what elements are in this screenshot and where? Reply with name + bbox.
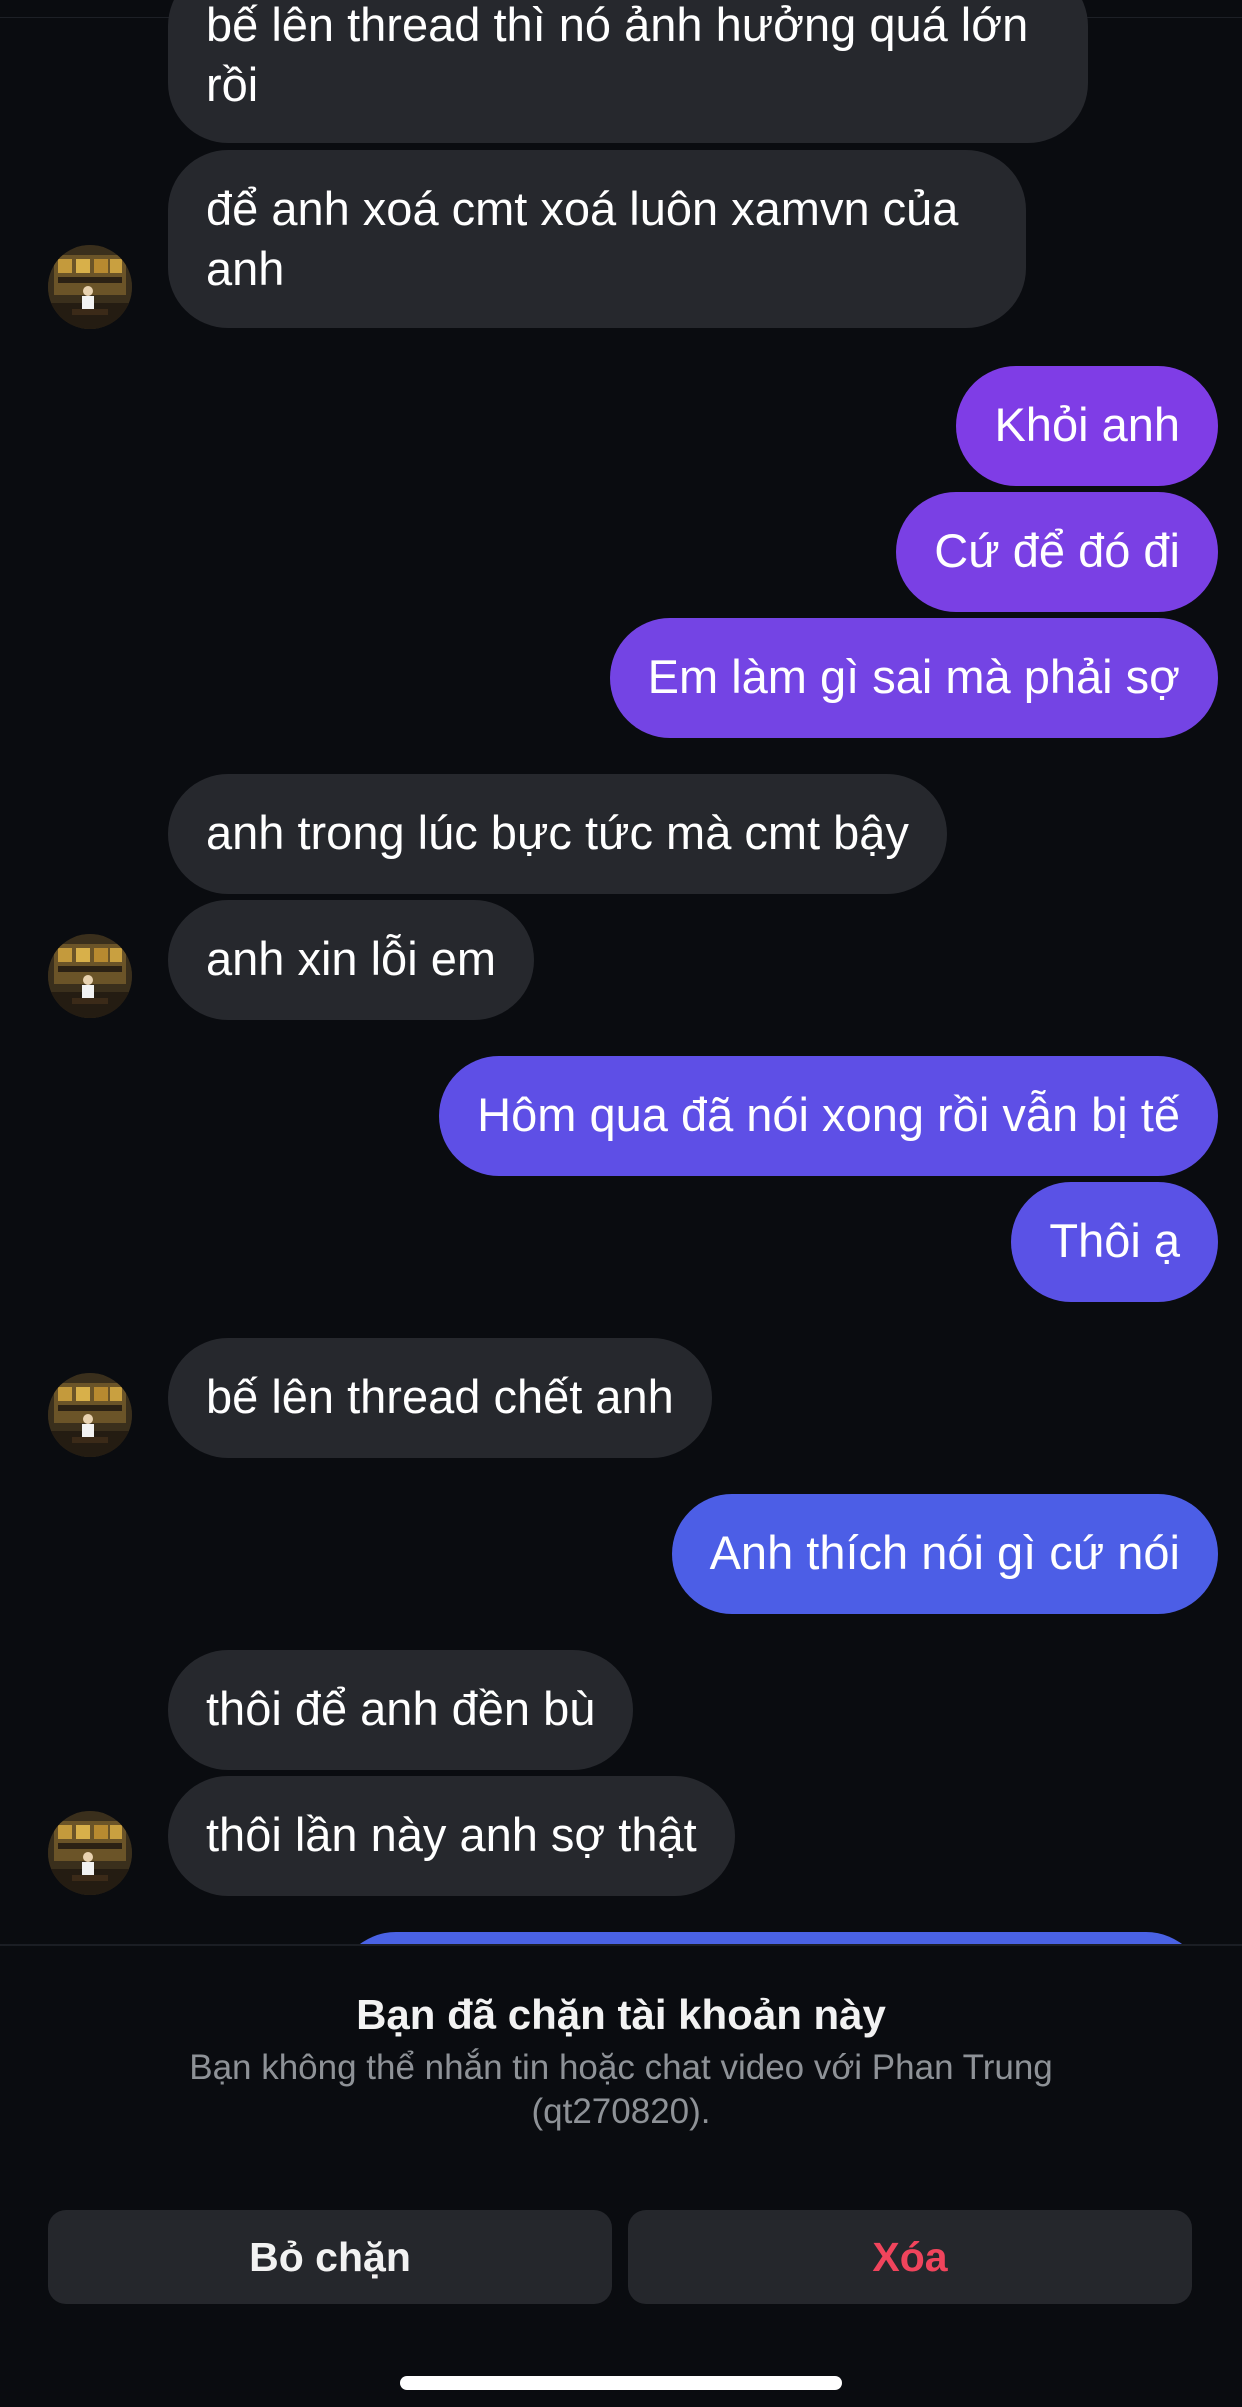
- avatar-photo-icon: [48, 934, 132, 1018]
- avatar-photo-icon: [48, 1373, 132, 1457]
- incoming-message[interactable]: anh trong lúc bực tức mà cmt bậy: [168, 774, 947, 894]
- outgoing-message[interactable]: Khỏi anh: [956, 366, 1218, 486]
- blocked-title: Bạn đã chặn tài khoản này: [356, 1991, 886, 2038]
- unblock-button[interactable]: Bỏ chặn: [48, 2210, 612, 2304]
- outgoing-message[interactable]: Cứ để đó đi: [896, 492, 1218, 612]
- avatar-photo-icon: [48, 1811, 132, 1895]
- blocked-account-panel: Bạn đã chặn tài khoản này Bạn không thể …: [0, 1944, 1242, 2407]
- outgoing-message[interactable]: Hôm qua đã nói xong rồi vẫn bị tế: [439, 1056, 1218, 1176]
- avatar-photo-icon: [48, 245, 132, 329]
- outgoing-message[interactable]: Em làm gì sai mà phải sợ: [609, 618, 1218, 738]
- incoming-message[interactable]: thôi để anh đền bù: [168, 1650, 634, 1770]
- contact-avatar-icon[interactable]: [48, 934, 132, 1018]
- outgoing-message[interactable]: Anh thích nói gì cứ nói: [671, 1494, 1218, 1614]
- incoming-message[interactable]: bế lên thread chết anh: [168, 1338, 712, 1458]
- incoming-message[interactable]: bế lên thread thì nó ảnh hưởng quá lớn r…: [168, 0, 1088, 143]
- blocked-description: Bạn không thể nhắn tin hoặc chat video v…: [189, 2048, 1053, 2131]
- message-list[interactable]: bế lên thread thì nó ảnh hưởng quá lớn r…: [0, 0, 1242, 1944]
- home-indicator[interactable]: [400, 2376, 842, 2390]
- contact-avatar-icon[interactable]: [48, 245, 132, 329]
- incoming-message[interactable]: anh xin lỗi em: [168, 900, 534, 1020]
- incoming-message[interactable]: để anh xoá cmt xoá luôn xamvn của anh: [168, 150, 1026, 328]
- contact-avatar-icon[interactable]: [48, 1373, 132, 1457]
- incoming-message[interactable]: thôi lần này anh sợ thật: [168, 1776, 735, 1896]
- outgoing-message[interactable]: Thôi ạ: [1011, 1182, 1218, 1302]
- delete-button[interactable]: Xóa: [628, 2210, 1192, 2304]
- chat-screen: bế lên thread thì nó ảnh hưởng quá lớn r…: [0, 0, 1242, 2407]
- outgoing-message-partial[interactable]: [336, 1932, 1206, 1944]
- contact-avatar-icon[interactable]: [48, 1811, 132, 1895]
